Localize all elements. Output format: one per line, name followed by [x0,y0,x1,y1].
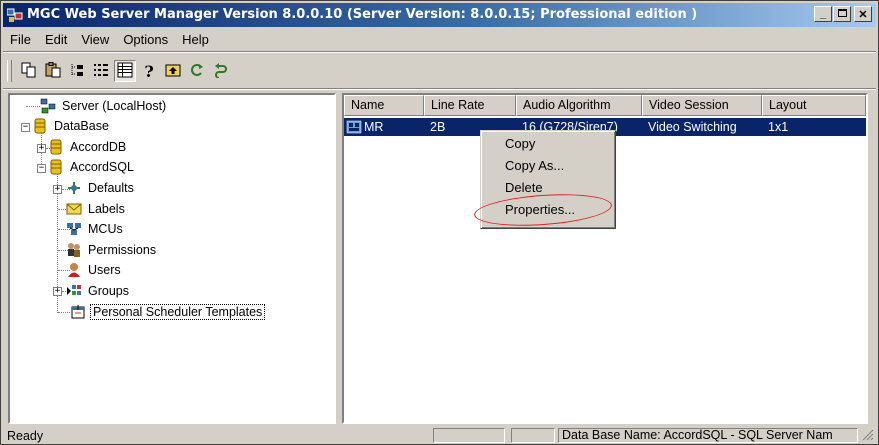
up-folder-icon [165,62,181,81]
maximize-icon [837,8,847,20]
tree-item-users[interactable]: Users [66,261,123,279]
context-menu-delete[interactable]: Delete [505,180,543,195]
refresh-button[interactable] [186,60,208,82]
status-database-name: Data Base Name: AccordSQL - SQL Server N… [558,428,858,443]
tree-item-mcus[interactable]: MCUs [66,220,125,238]
tree-expander-accordsql[interactable]: − [37,164,46,173]
tree-connector [26,106,40,107]
tree-view-button[interactable] [66,60,88,82]
groups-icon [66,283,82,299]
scheduler-template-icon [70,304,86,320]
database-icon [48,159,64,175]
minimize-button[interactable]: _ [814,6,832,22]
column-header-audio-algorithm[interactable]: Audio Algorithm [516,95,642,116]
close-icon: ✕ [858,8,868,21]
list-view-button[interactable] [90,60,112,82]
cell-name: MR [344,120,424,134]
tree-view-icon [69,62,85,81]
copy-icon [21,62,37,81]
tree-expander-database[interactable]: − [21,123,30,132]
maximize-button[interactable] [833,6,851,22]
minimize-icon: _ [819,8,827,20]
defaults-icon [66,180,82,196]
tree-item-accorddb[interactable]: AccordDB [48,138,128,156]
menu-bar: File Edit View Options Help [3,28,876,50]
paste-button[interactable] [42,60,64,82]
menu-separator [3,51,876,53]
column-header-video-session[interactable]: Video Session [642,95,762,116]
tree-expander-groups[interactable]: + [53,287,62,296]
tree-item-defaults[interactable]: Defaults [66,179,136,197]
database-icon [48,139,64,155]
envelope-icon [66,201,82,217]
tree-expander-accorddb[interactable]: + [37,144,46,153]
conference-icon [346,120,362,134]
tree-expander-defaults[interactable]: + [53,185,62,194]
help-button[interactable]: ? [138,60,160,82]
tree-item-personal-scheduler-templates[interactable]: Personal Scheduler Templates [70,303,266,321]
window-title: MGC Web Server Manager Version 8.0.0.10 … [27,7,698,22]
context-menu-copy-as[interactable]: Copy As... [505,158,564,173]
up-folder-button[interactable] [162,60,184,82]
database-icon [32,118,48,134]
column-header-line-rate[interactable]: Line Rate [424,95,516,116]
users-icon [66,262,82,278]
app-icon [6,7,23,23]
server-icon [40,98,56,114]
toolbar-separator [3,88,876,90]
tree-item-server[interactable]: Server (LocalHost) [40,97,168,115]
refresh-icon [189,62,205,81]
menu-help[interactable]: Help [175,32,216,47]
status-panel-empty [433,428,505,443]
menu-view[interactable]: View [74,32,116,47]
undo-icon [213,62,229,81]
tree-item-database[interactable]: DataBase [32,117,111,135]
cell-layout: 1x1 [768,120,789,134]
help-icon: ? [144,61,154,81]
list-view-icon [93,62,109,81]
window-controls: _ ✕ [813,6,872,22]
permissions-icon [66,242,82,258]
tree-item-groups[interactable]: Groups [66,282,131,300]
paste-icon [45,61,61,81]
tree-item-labels[interactable]: Labels [66,200,127,218]
menu-edit[interactable]: Edit [38,32,74,47]
row-name-text: MR [364,120,384,134]
context-menu-copy[interactable]: Copy [505,136,535,151]
cell-video-session: Video Switching [648,120,737,134]
tree-connector [58,312,70,313]
status-panel-empty [511,428,555,443]
menu-options[interactable]: Options [116,32,175,47]
tree-item-permissions[interactable]: Permissions [66,241,158,259]
undo-button[interactable] [210,60,232,82]
toolbar-grip[interactable] [7,60,12,82]
menu-file[interactable]: File [3,32,38,47]
status-text: Ready [7,429,44,443]
mcu-icon [66,221,82,237]
details-view-icon [117,62,133,81]
close-button[interactable]: ✕ [854,6,872,22]
status-bar: Ready Data Base Name: AccordSQL - SQL Se… [3,428,876,444]
toolbar: ? [7,57,232,85]
list-header: Name Line Rate Audio Algorithm Video Ses… [344,95,866,116]
main-window: MGC Web Server Manager Version 8.0.0.10 … [0,0,879,445]
details-view-button[interactable] [114,60,136,82]
column-header-layout[interactable]: Layout [762,95,866,116]
column-header-name[interactable]: Name [344,95,424,116]
title-bar[interactable]: MGC Web Server Manager Version 8.0.0.10 … [3,3,876,27]
resize-grip-icon[interactable] [862,429,874,444]
copy-button[interactable] [18,60,40,82]
tree-pane[interactable]: − + − + + Server (LocalHost) DataBase Ac… [8,93,336,424]
tree-item-accordsql[interactable]: AccordSQL [48,158,136,176]
